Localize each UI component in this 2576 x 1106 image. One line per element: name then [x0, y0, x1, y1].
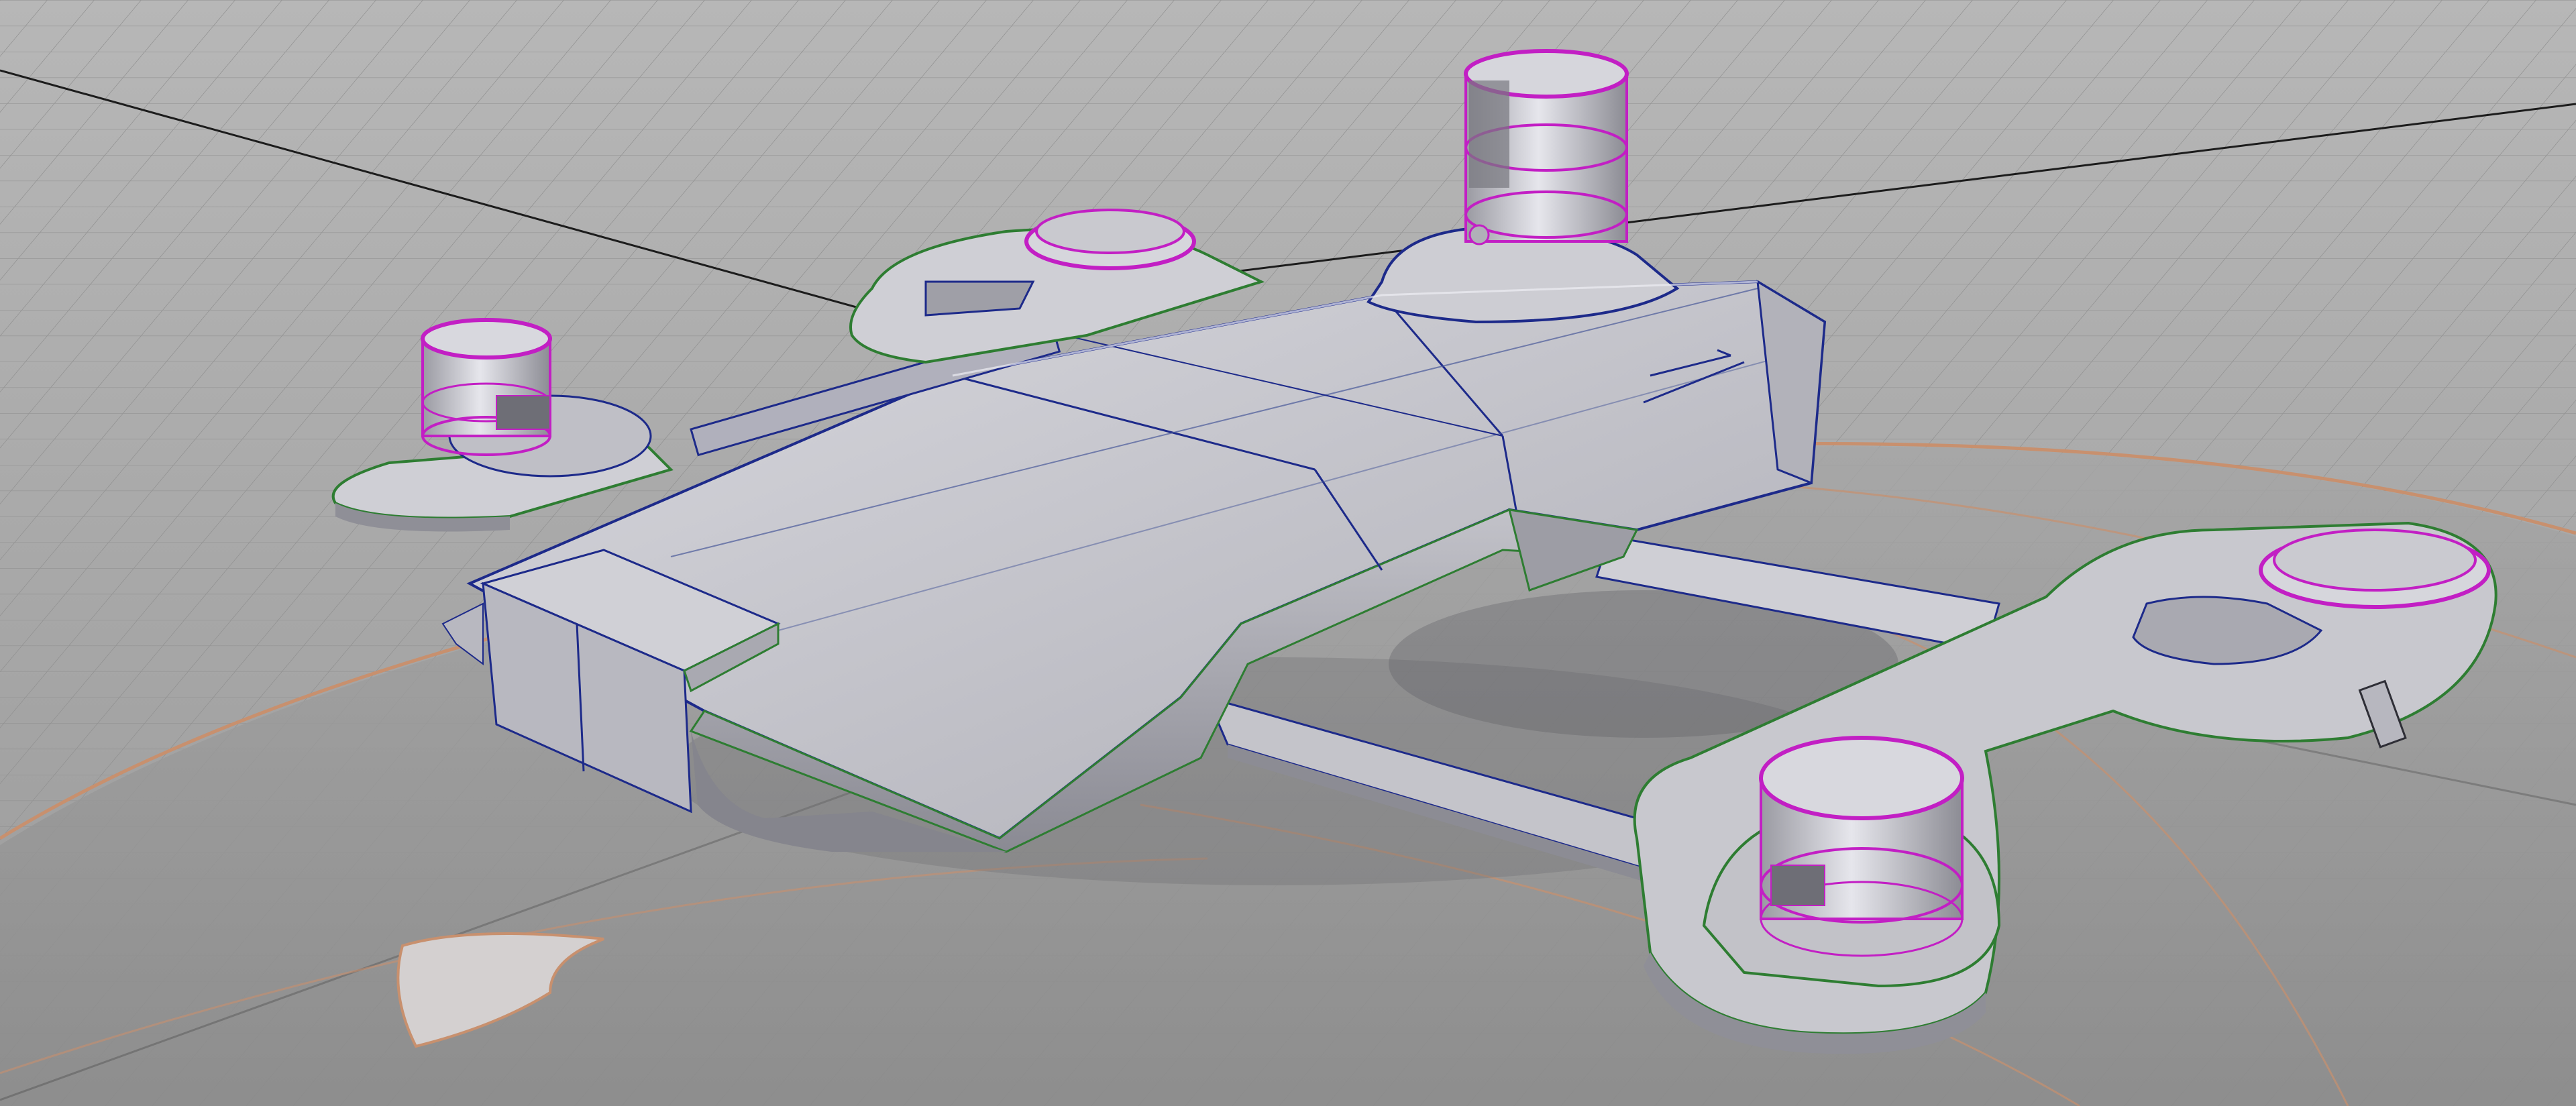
rear-left-motor-pod[interactable]	[1024, 209, 1196, 270]
3d-viewport[interactable]	[0, 0, 2576, 1106]
front-left-motor-pod[interactable]	[421, 318, 552, 456]
viewport-scene[interactable]	[0, 0, 2576, 1106]
